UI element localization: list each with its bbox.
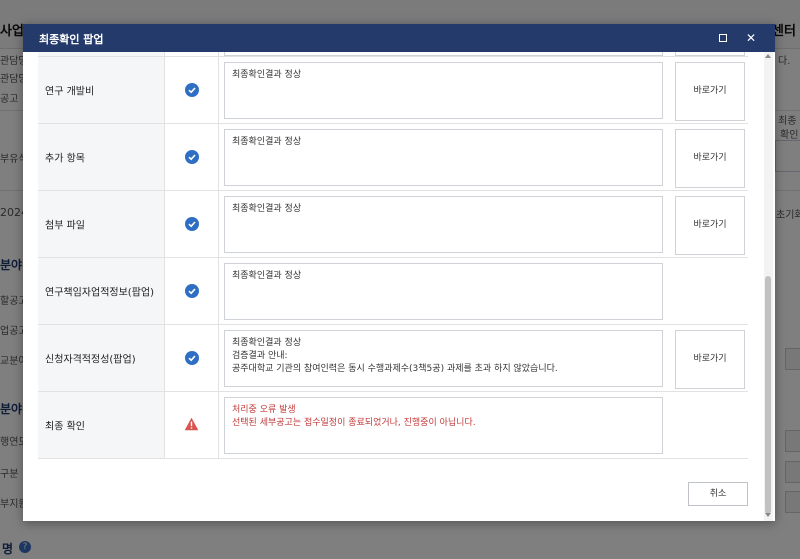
result-line: 검증결과 안내: bbox=[232, 351, 288, 361]
row-name: 신청자격적정성(팝업) bbox=[45, 354, 136, 366]
goto-button[interactable]: 바로가기 bbox=[675, 196, 745, 255]
row-name: 연구 개발비 bbox=[45, 86, 95, 98]
table-row: 첨부 파일 최종확인결과 정상 바로가기 bbox=[38, 191, 748, 258]
row-status-cell bbox=[165, 57, 219, 123]
goto-button[interactable]: 바로가기 bbox=[675, 129, 745, 188]
result-textbox bbox=[224, 52, 663, 56]
row-status-cell bbox=[165, 258, 219, 324]
scroll-down-arrow-icon[interactable] bbox=[765, 513, 771, 517]
result-textbox: 최종확인결과 정상 bbox=[224, 62, 663, 119]
row-status-cell bbox=[165, 191, 219, 257]
goto-button[interactable] bbox=[675, 52, 745, 56]
scroll-up-arrow-icon[interactable] bbox=[765, 54, 771, 58]
table-row: 연구 개발비 최종확인결과 정상 바로가기 bbox=[38, 57, 748, 124]
result-line: 최종확인결과 정상 bbox=[232, 271, 302, 281]
table-row: 추가 항목 최종확인결과 정상 바로가기 bbox=[38, 124, 748, 191]
row-status-cell bbox=[165, 392, 219, 458]
row-name-cell: 첨부 파일 bbox=[38, 191, 165, 257]
result-line: 최종확인결과 정상 bbox=[232, 338, 302, 348]
close-button[interactable]: ✕ bbox=[741, 28, 761, 48]
row-name-cell: 신청자격적정성(팝업) bbox=[38, 325, 165, 391]
check-circle-icon bbox=[185, 217, 199, 231]
result-textbox: 최종확인결과 정상 검증결과 안내: 공주대학교 기관의 참여인력은 동시 수행… bbox=[224, 330, 663, 387]
result-line: 최종확인결과 정상 bbox=[232, 137, 302, 147]
result-textbox: 최종확인결과 정상 bbox=[224, 129, 663, 186]
row-name: 연구책임자업적정보(팝업) bbox=[45, 287, 155, 299]
row-name-cell bbox=[38, 52, 165, 56]
check-circle-icon bbox=[185, 150, 199, 164]
final-check-modal: 최종확인 팝업 ✕ 연구 개발비 최종확인결과 정상 바로가기 추가 항목 최종… bbox=[23, 24, 775, 521]
result-textbox: 처리중 오류 발생 선택된 세부공고는 접수일정이 종료되었거나, 진행중이 아… bbox=[224, 397, 663, 454]
row-status-cell bbox=[165, 325, 219, 391]
row-status-cell bbox=[165, 124, 219, 190]
error-line: 선택된 세부공고는 접수일정이 종료되었거나, 진행중이 아닙니다. bbox=[232, 418, 476, 428]
row-name: 첨부 파일 bbox=[45, 220, 85, 232]
row-name-cell: 연구책임자업적정보(팝업) bbox=[38, 258, 165, 324]
close-icon: ✕ bbox=[745, 31, 757, 45]
result-textbox: 최종확인결과 정상 bbox=[224, 263, 663, 320]
table-row: 신청자격적정성(팝업) 최종확인결과 정상 검증결과 안내: 공주대학교 기관의… bbox=[38, 325, 748, 392]
goto-button[interactable]: 바로가기 bbox=[675, 62, 745, 121]
check-table: 연구 개발비 최종확인결과 정상 바로가기 추가 항목 최종확인결과 정상 바로 bbox=[38, 52, 748, 459]
table-row: 최종 확인 처리중 오류 발생 선택된 세부공고는 접수일정이 종료되었거나, … bbox=[38, 392, 748, 459]
row-name: 최종 확인 bbox=[45, 421, 85, 433]
cancel-button[interactable]: 취소 bbox=[688, 482, 748, 506]
maximize-button[interactable] bbox=[713, 28, 733, 48]
table-row: 연구책임자업적정보(팝업) 최종확인결과 정상 bbox=[38, 258, 748, 325]
goto-button[interactable]: 바로가기 bbox=[675, 330, 745, 389]
result-textbox: 최종확인결과 정상 bbox=[224, 196, 663, 253]
check-circle-icon bbox=[185, 284, 199, 298]
scrollbar-thumb[interactable] bbox=[765, 276, 771, 514]
row-name-cell: 최종 확인 bbox=[38, 392, 165, 458]
row-name-cell: 연구 개발비 bbox=[38, 57, 165, 123]
check-circle-icon bbox=[185, 351, 199, 365]
error-line: 처리중 오류 발생 bbox=[232, 405, 296, 415]
row-name: 추가 항목 bbox=[45, 153, 85, 165]
warning-icon bbox=[184, 417, 199, 431]
modal-header: 최종확인 팝업 ✕ bbox=[23, 24, 775, 52]
result-line: 최종확인결과 정상 bbox=[232, 204, 302, 214]
result-line: 공주대학교 기관의 참여인력은 동시 수행과제수(3책5공) 과제를 초과 하지… bbox=[232, 364, 558, 374]
row-status-cell bbox=[165, 52, 219, 56]
modal-title: 최종확인 팝업 bbox=[39, 33, 104, 46]
check-circle-icon bbox=[185, 83, 199, 97]
modal-body: 연구 개발비 최종확인결과 정상 바로가기 추가 항목 최종확인결과 정상 바로 bbox=[23, 52, 775, 521]
result-line: 최종확인결과 정상 bbox=[232, 70, 302, 80]
row-name-cell: 추가 항목 bbox=[38, 124, 165, 190]
maximize-icon bbox=[719, 34, 727, 42]
